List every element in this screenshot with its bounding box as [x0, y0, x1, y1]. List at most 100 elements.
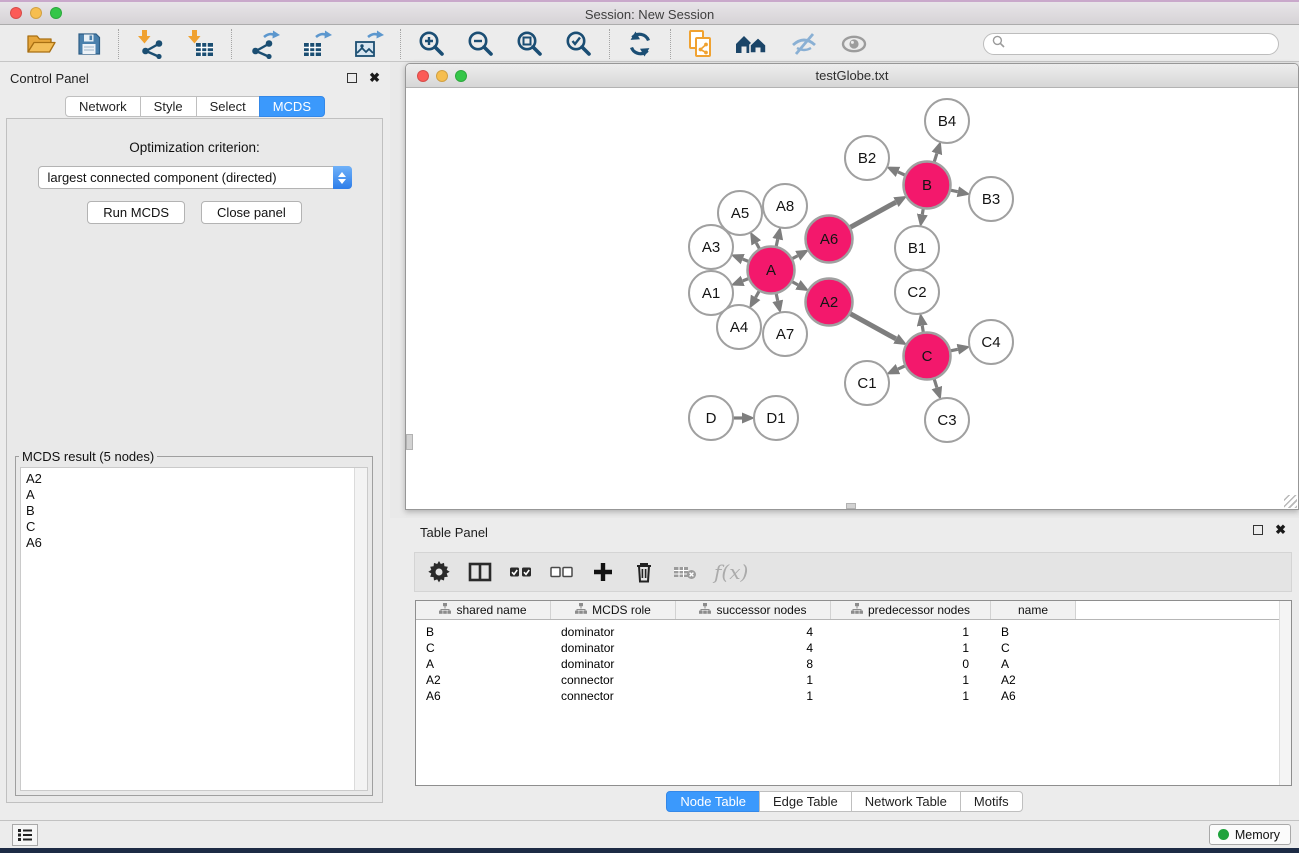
show-details-icon[interactable]: [839, 31, 869, 57]
home-icon[interactable]: [734, 31, 769, 57]
export-network-icon[interactable]: [248, 29, 280, 59]
network-zoom-button[interactable]: [455, 70, 467, 82]
zoom-out-icon[interactable]: [466, 29, 495, 58]
table-settings-icon[interactable]: [427, 561, 451, 583]
save-session-icon[interactable]: [76, 31, 102, 57]
function-builder-icon[interactable]: f(x): [714, 560, 748, 584]
network-graph[interactable]: B4B2BB3A8A5A6A3B1AC2A1A2A4A7C4CC1C3DD1: [406, 89, 1298, 509]
float-table-panel-icon[interactable]: [1253, 525, 1263, 535]
cell-shared-name[interactable]: A6: [416, 689, 551, 703]
table-row[interactable]: A2connector11A2: [416, 672, 1291, 688]
graph-node-A4[interactable]: A4: [717, 305, 761, 349]
memory-button[interactable]: Memory: [1209, 824, 1291, 845]
cell-name[interactable]: B: [991, 625, 1076, 639]
network-minimize-button[interactable]: [436, 70, 448, 82]
table-tab-network-table[interactable]: Network Table: [851, 791, 961, 812]
table-row[interactable]: Cdominator41C: [416, 640, 1291, 656]
column-header-predecessor-nodes[interactable]: predecessor nodes: [831, 601, 991, 619]
close-panel-button[interactable]: Close panel: [201, 201, 302, 224]
list-scrollbar[interactable]: [354, 468, 367, 790]
cell-predecessor-nodes[interactable]: 0: [831, 657, 991, 671]
cell-name[interactable]: C: [991, 641, 1076, 655]
cell-mcds-role[interactable]: connector: [551, 673, 676, 687]
cell-successor-nodes[interactable]: 4: [676, 625, 831, 639]
cell-predecessor-nodes[interactable]: 1: [831, 625, 991, 639]
cell-mcds-role[interactable]: connector: [551, 689, 676, 703]
mcds-result-item[interactable]: C: [21, 519, 367, 535]
column-header-shared-name[interactable]: shared name: [416, 601, 551, 619]
graph-node-C1[interactable]: C1: [845, 361, 889, 405]
graph-node-D[interactable]: D: [689, 396, 733, 440]
cell-successor-nodes[interactable]: 8: [676, 657, 831, 671]
graph-node-D1[interactable]: D1: [754, 396, 798, 440]
graph-node-A2[interactable]: A2: [806, 279, 853, 326]
network-window-titlebar[interactable]: testGlobe.txt: [406, 64, 1298, 88]
column-header-successor-nodes[interactable]: successor nodes: [676, 601, 831, 619]
edge-C-C3[interactable]: [934, 378, 937, 387]
graph-node-C4[interactable]: C4: [969, 320, 1013, 364]
graph-node-C2[interactable]: C2: [895, 270, 939, 314]
vertical-scrollbar-thumb[interactable]: [406, 434, 413, 450]
table-scrollbar[interactable]: [1279, 601, 1291, 785]
horizontal-scrollbar-thumb[interactable]: [846, 503, 856, 509]
cell-predecessor-nodes[interactable]: 1: [831, 689, 991, 703]
cell-successor-nodes[interactable]: 4: [676, 641, 831, 655]
close-window-button[interactable]: [10, 7, 22, 19]
graph-node-A7[interactable]: A7: [763, 312, 807, 356]
show-columns-icon[interactable]: [468, 562, 492, 582]
delete-table-icon[interactable]: [673, 563, 697, 581]
cell-shared-name[interactable]: A2: [416, 673, 551, 687]
new-network-from-selection-icon[interactable]: [687, 29, 714, 59]
graph-node-A8[interactable]: A8: [763, 184, 807, 228]
mcds-result-item[interactable]: A: [21, 487, 367, 503]
cell-name[interactable]: A6: [991, 689, 1076, 703]
cell-mcds-role[interactable]: dominator: [551, 641, 676, 655]
graph-node-A3[interactable]: A3: [689, 225, 733, 269]
import-network-icon[interactable]: [135, 29, 165, 59]
cell-predecessor-nodes[interactable]: 1: [831, 641, 991, 655]
column-header-name[interactable]: name: [991, 601, 1076, 619]
column-header-mcds-role[interactable]: MCDS role: [551, 601, 676, 619]
table-row[interactable]: Adominator80A: [416, 656, 1291, 672]
table-tab-motifs[interactable]: Motifs: [960, 791, 1023, 812]
cell-mcds-role[interactable]: dominator: [551, 657, 676, 671]
mcds-result-item[interactable]: B: [21, 503, 367, 519]
table-tab-edge-table[interactable]: Edge Table: [759, 791, 852, 812]
mcds-result-item[interactable]: A6: [21, 535, 367, 551]
criterion-select[interactable]: largest connected component (directed): [38, 166, 352, 189]
cell-successor-nodes[interactable]: 1: [676, 689, 831, 703]
cell-shared-name[interactable]: A: [416, 657, 551, 671]
export-image-icon[interactable]: [352, 29, 384, 59]
network-canvas[interactable]: B4B2BB3A8A5A6A3B1AC2A1A2A4A7C4CC1C3DD1: [406, 89, 1298, 509]
cell-mcds-role[interactable]: dominator: [551, 625, 676, 639]
graph-node-B3[interactable]: B3: [969, 177, 1013, 221]
minimize-window-button[interactable]: [30, 7, 42, 19]
graph-node-B4[interactable]: B4: [925, 99, 969, 143]
cell-shared-name[interactable]: C: [416, 641, 551, 655]
add-column-icon[interactable]: [591, 562, 615, 582]
network-close-button[interactable]: [417, 70, 429, 82]
open-session-icon[interactable]: [26, 32, 56, 56]
window-resize-grip[interactable]: [1284, 495, 1297, 508]
graph-node-A[interactable]: A: [748, 247, 795, 294]
deselect-all-columns-icon[interactable]: [550, 565, 574, 579]
float-panel-icon[interactable]: [347, 73, 357, 83]
graph-node-A6[interactable]: A6: [806, 216, 853, 263]
cell-name[interactable]: A: [991, 657, 1076, 671]
table-tab-node-table[interactable]: Node Table: [666, 791, 760, 812]
tab-select[interactable]: Select: [196, 96, 260, 117]
tab-network[interactable]: Network: [65, 96, 141, 117]
cell-name[interactable]: A2: [991, 673, 1076, 687]
mcds-result-list[interactable]: A2ABCA6: [20, 467, 368, 791]
refresh-icon[interactable]: [626, 30, 654, 58]
graph-node-B1[interactable]: B1: [895, 226, 939, 270]
mcds-result-item[interactable]: A2: [21, 471, 367, 487]
search-box[interactable]: [983, 33, 1279, 55]
zoom-selected-icon[interactable]: [564, 29, 593, 58]
graph-node-A5[interactable]: A5: [718, 191, 762, 235]
graph-node-B[interactable]: B: [904, 162, 951, 209]
zoom-in-icon[interactable]: [417, 29, 446, 58]
table-row[interactable]: Bdominator41B: [416, 624, 1291, 640]
graph-node-C[interactable]: C: [904, 333, 951, 380]
graph-node-B2[interactable]: B2: [845, 136, 889, 180]
